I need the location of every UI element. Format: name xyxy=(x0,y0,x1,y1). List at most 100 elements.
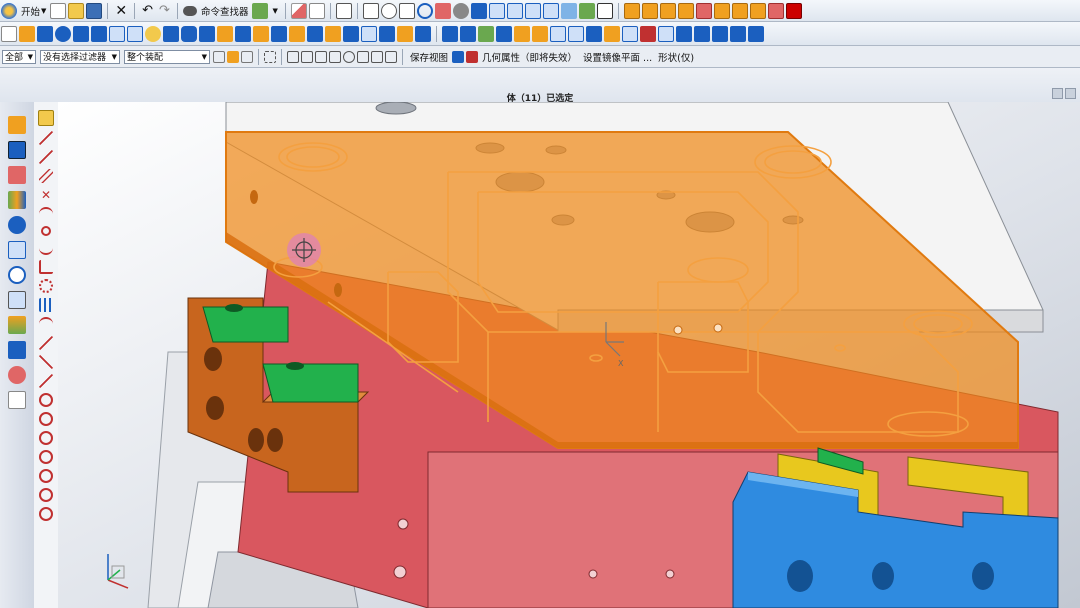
open-folder-icon[interactable] xyxy=(68,2,85,19)
mold-tool-1-icon[interactable] xyxy=(623,2,640,19)
display-icon[interactable] xyxy=(466,50,479,63)
arc-tool-icon[interactable] xyxy=(39,207,53,221)
arc-center-icon[interactable] xyxy=(343,50,355,63)
mold-tool-4-icon[interactable] xyxy=(677,2,694,19)
circle-radius-icon[interactable] xyxy=(39,488,53,502)
fit-view-icon[interactable] xyxy=(362,2,379,19)
cross-line-icon[interactable]: ✕ xyxy=(39,188,53,202)
pad-icon[interactable] xyxy=(109,25,125,42)
quadrant-icon[interactable] xyxy=(357,50,369,63)
new-sheet-icon[interactable] xyxy=(1,25,17,42)
replace-face-icon[interactable] xyxy=(514,25,530,42)
system-scene-icon[interactable] xyxy=(8,366,26,384)
cone-icon[interactable] xyxy=(199,25,215,42)
reuse-library-icon[interactable] xyxy=(8,191,26,209)
view-right-icon[interactable] xyxy=(542,2,559,19)
general-select-icon[interactable] xyxy=(241,50,253,63)
mold-tool-2-icon[interactable] xyxy=(641,2,658,19)
shading-icon[interactable] xyxy=(452,2,469,19)
type-filter-select[interactable]: 全部 ▼ xyxy=(2,49,36,64)
more-dropdown-icon[interactable]: ▼ xyxy=(272,7,277,15)
information-icon[interactable] xyxy=(335,2,352,19)
process-studio-icon[interactable] xyxy=(8,291,26,309)
circle-tool-icon[interactable] xyxy=(39,393,53,407)
existing-point-icon[interactable] xyxy=(385,50,397,63)
feature-surface-5-icon[interactable] xyxy=(622,25,638,42)
mold-tool-8-icon[interactable] xyxy=(749,2,766,19)
command-finder-button[interactable]: 命令查找器 xyxy=(201,4,249,18)
mold-tool-3-icon[interactable] xyxy=(659,2,676,19)
parallel-line-icon[interactable] xyxy=(39,169,53,183)
chamfer-icon[interactable] xyxy=(325,25,341,42)
mirror-icon[interactable] xyxy=(397,25,413,42)
view-top-icon[interactable] xyxy=(524,2,541,19)
snap-mode-icon[interactable] xyxy=(38,110,54,126)
feature-surface-7-icon[interactable] xyxy=(658,25,674,42)
palettes-icon[interactable] xyxy=(8,341,26,359)
intersection-snap-icon[interactable] xyxy=(329,50,341,63)
ellipse-icon[interactable] xyxy=(39,507,53,521)
view-cube-icon[interactable] xyxy=(488,2,505,19)
new-file-icon[interactable] xyxy=(50,2,67,19)
geometry-properties-button[interactable]: 几何属性（即将失效） xyxy=(482,50,577,64)
feature-surface-1-icon[interactable] xyxy=(550,25,566,42)
restore-window-icon[interactable] xyxy=(1052,88,1063,99)
line-angle-icon[interactable] xyxy=(39,150,53,164)
midpoint-snap-icon[interactable] xyxy=(301,50,313,63)
mold-tool-6-icon[interactable] xyxy=(713,2,730,19)
trim-body-icon[interactable] xyxy=(271,25,287,42)
redo-icon[interactable]: ↷ xyxy=(159,3,170,18)
cylinder-icon[interactable] xyxy=(181,25,197,42)
mirror-plane-button[interactable]: 设置镜像平面 ... xyxy=(583,50,652,64)
save-view-button[interactable]: 保存视图 xyxy=(410,50,448,64)
chain-curve-icon[interactable] xyxy=(41,226,51,236)
revolve-icon[interactable] xyxy=(37,25,53,42)
mold-tool-7-icon[interactable] xyxy=(731,2,748,19)
shell-icon[interactable] xyxy=(343,25,359,42)
mold-tool-10-icon[interactable] xyxy=(785,2,802,19)
selection-filter-select[interactable]: 没有选择过滤器 ▼ xyxy=(40,49,120,64)
render-style-icon[interactable] xyxy=(470,2,487,19)
snap-icon[interactable] xyxy=(252,2,269,19)
spline-icon[interactable] xyxy=(39,241,53,255)
extrude-icon[interactable] xyxy=(19,25,35,42)
pocket-icon[interactable] xyxy=(91,25,107,42)
bridge-curve-icon[interactable] xyxy=(39,317,53,331)
roles-icon[interactable] xyxy=(8,316,26,334)
green-lock-part[interactable] xyxy=(262,363,359,403)
copy-icon[interactable] xyxy=(308,2,325,19)
split-body-icon[interactable] xyxy=(289,25,305,42)
combine-curve-icon[interactable] xyxy=(39,374,53,388)
edit-pencil-icon[interactable] xyxy=(290,2,307,19)
snap-point-icon[interactable] xyxy=(227,50,239,63)
project-curve-icon[interactable] xyxy=(39,336,53,350)
move-face-icon[interactable] xyxy=(460,25,476,42)
pull-face-icon[interactable] xyxy=(478,25,494,42)
maximize-window-icon[interactable] xyxy=(1065,88,1076,99)
draft-icon[interactable] xyxy=(361,25,377,42)
feature-surface-6-icon[interactable] xyxy=(640,25,656,42)
background-icon[interactable] xyxy=(596,2,613,19)
select-all-icon[interactable] xyxy=(213,50,225,63)
zoom-icon[interactable] xyxy=(380,2,397,19)
close-icon[interactable]: ✕ xyxy=(115,3,127,19)
feature-surface-9-icon[interactable] xyxy=(694,25,710,42)
feature-surface-4-icon[interactable] xyxy=(604,25,620,42)
green-lock-part[interactable] xyxy=(202,306,289,343)
shape-button[interactable]: 形状(仅) xyxy=(658,50,694,64)
offset-curve-icon[interactable] xyxy=(39,260,53,274)
feature-surface-8-icon[interactable] xyxy=(676,25,692,42)
part-navigator-icon[interactable] xyxy=(8,166,26,184)
unite-icon[interactable] xyxy=(217,25,233,42)
assembly-scope-select[interactable]: 整个装配 ▼ xyxy=(124,49,210,64)
history-icon[interactable] xyxy=(8,241,26,259)
start-dropdown-icon[interactable]: ▼ xyxy=(41,7,46,15)
endpoint-snap-icon[interactable] xyxy=(287,50,299,63)
constraint-navigator-icon[interactable] xyxy=(8,141,26,159)
view-front-icon[interactable] xyxy=(506,2,523,19)
pattern-icon[interactable] xyxy=(415,25,431,42)
nx-start-icon[interactable] xyxy=(1,2,17,19)
point-on-curve-icon[interactable] xyxy=(371,50,383,63)
undo-icon[interactable]: ↶ xyxy=(142,3,153,18)
view-layout-icon[interactable] xyxy=(452,50,465,63)
